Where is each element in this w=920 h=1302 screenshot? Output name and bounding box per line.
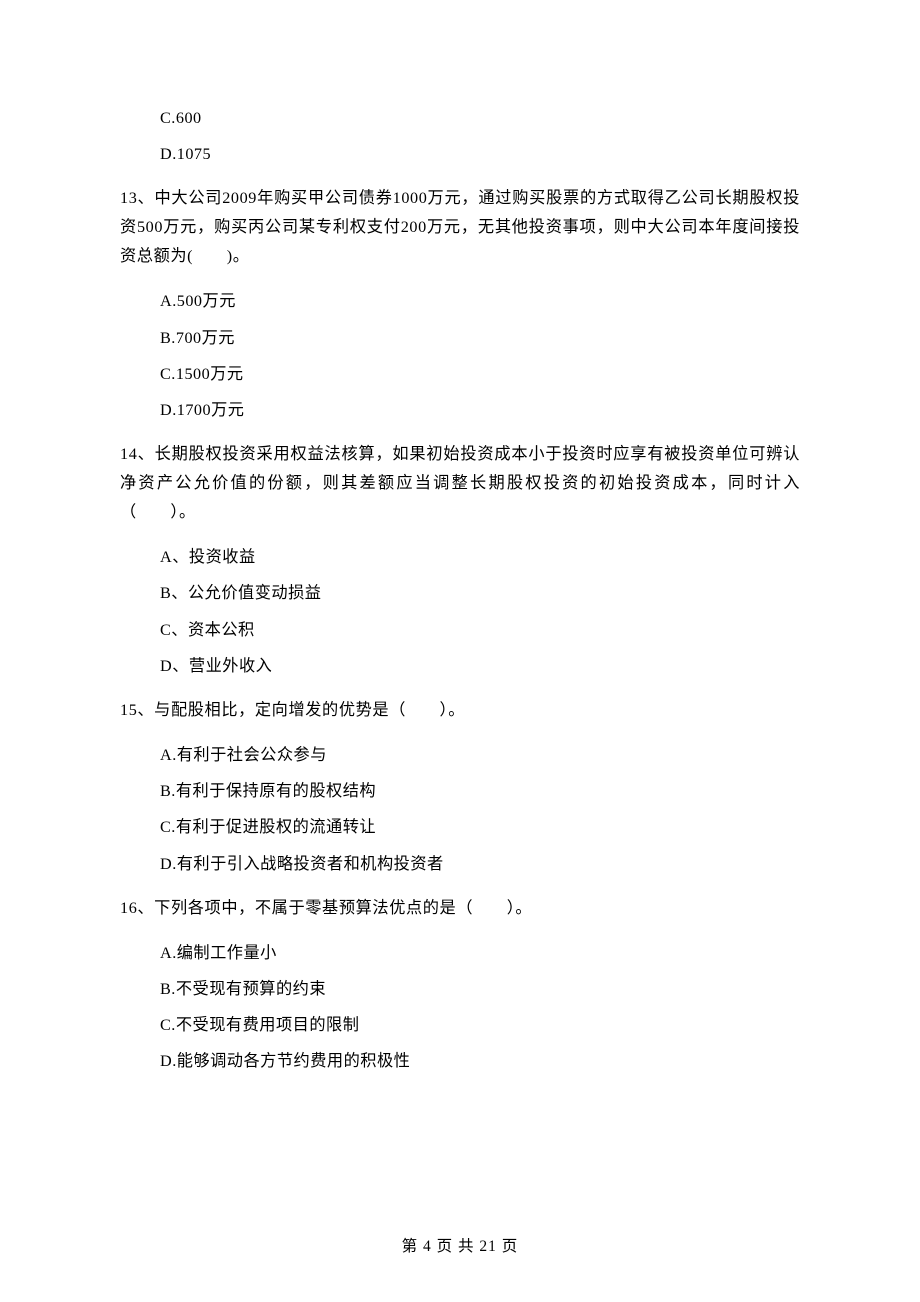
question-15-option-b: B.有利于保持原有的股权结构 <box>160 783 800 799</box>
question-15-option-c: C.有利于促进股权的流通转让 <box>160 819 800 835</box>
question-13-option-c: C.1500万元 <box>160 366 800 382</box>
prev-option-c: C.600 <box>160 110 800 126</box>
question-16-option-a: A.编制工作量小 <box>160 945 800 961</box>
page: C.600 D.1075 13、中大公司2009年购买甲公司债券1000万元，通… <box>0 0 920 1302</box>
question-13-option-b: B.700万元 <box>160 330 800 346</box>
question-14-option-b: B、公允价值变动损益 <box>160 585 800 601</box>
page-footer: 第 4 页 共 21 页 <box>0 1239 920 1255</box>
question-14-option-c: C、资本公积 <box>160 622 800 638</box>
question-15-option-d: D.有利于引入战略投资者和机构投资者 <box>160 856 800 872</box>
question-14-option-a: A、投资收益 <box>160 549 800 565</box>
question-13-option-a: A.500万元 <box>160 293 800 309</box>
question-14-option-d: D、营业外收入 <box>160 658 800 674</box>
question-16-option-b: B.不受现有预算的约束 <box>160 981 800 997</box>
question-16-option-d: D.能够调动各方节约费用的积极性 <box>160 1053 800 1069</box>
question-15-option-a: A.有利于社会公众参与 <box>160 747 800 763</box>
question-15-stem: 15、与配股相比，定向增发的优势是（ ）。 <box>120 696 800 725</box>
prev-option-d: D.1075 <box>160 146 800 162</box>
question-14-stem: 14、长期股权投资采用权益法核算，如果初始投资成本小于投资时应享有被投资单位可辨… <box>120 440 800 527</box>
question-16-stem: 16、下列各项中，不属于零基预算法优点的是（ ）。 <box>120 894 800 923</box>
question-16-option-c: C.不受现有费用项目的限制 <box>160 1017 800 1033</box>
question-13-option-d: D.1700万元 <box>160 402 800 418</box>
question-13-stem: 13、中大公司2009年购买甲公司债券1000万元，通过购买股票的方式取得乙公司… <box>120 184 800 271</box>
